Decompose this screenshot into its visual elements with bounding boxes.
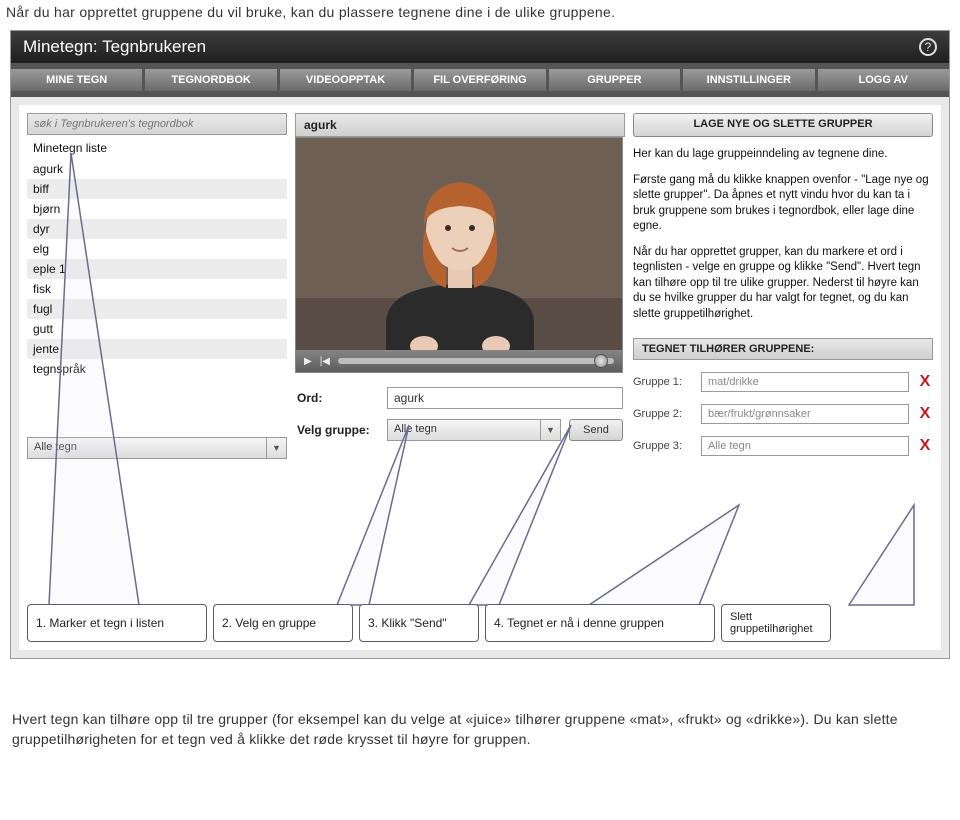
tab-grupper[interactable]: GRUPPER xyxy=(549,69,683,91)
delete-group-icon[interactable]: X xyxy=(917,373,933,391)
callout-step-2: 2. Velg en gruppe xyxy=(213,604,353,642)
group-row: Gruppe 1: X xyxy=(633,372,933,392)
callout-delete: Slett gruppetilhørighet xyxy=(721,604,831,642)
group-row-label: Gruppe 3: xyxy=(633,440,693,452)
help-paragraph: Når du har opprettet grupper, kan du mar… xyxy=(633,245,933,323)
video-scrubber[interactable] xyxy=(338,358,614,364)
callout-step-3: 3. Klikk "Send" xyxy=(359,604,479,642)
list-item[interactable]: bjørn xyxy=(27,199,287,219)
help-icon[interactable]: ? xyxy=(919,38,937,56)
delete-group-icon[interactable]: X xyxy=(917,405,933,423)
group-row-value[interactable] xyxy=(701,404,909,424)
tab-videoopptak[interactable]: VIDEOOPPTAK xyxy=(280,69,414,91)
restart-icon[interactable]: |◀ xyxy=(320,356,330,367)
list-item[interactable]: tegnspråk xyxy=(27,359,287,379)
sign-list-header: Minetegn liste xyxy=(27,135,287,159)
help-paragraph: Første gang må du klikke knappen ovenfor… xyxy=(633,173,933,235)
group-row-value[interactable] xyxy=(701,436,909,456)
titlebar: Minetegn: Tegnbrukeren ? xyxy=(11,31,949,63)
group-row-label: Gruppe 2: xyxy=(633,408,693,420)
list-item[interactable]: fisk xyxy=(27,279,287,299)
group-row: Gruppe 2: X xyxy=(633,404,933,424)
page-outro-text: Hvert tegn kan tilhøre opp til tre grupp… xyxy=(0,659,960,750)
chevron-down-icon: ▼ xyxy=(266,438,286,458)
group-dropdown[interactable]: Alle tegn ▼ xyxy=(387,419,561,441)
list-item[interactable]: eple 1 xyxy=(27,259,287,279)
group-dropdown-value: Alle tegn xyxy=(388,420,540,440)
right-column: LAGE NYE OG SLETTE GRUPPER Her kan du la… xyxy=(633,113,933,459)
video-title: agurk xyxy=(295,113,625,137)
list-item[interactable]: jente xyxy=(27,339,287,359)
list-item[interactable]: agurk xyxy=(27,159,287,179)
sign-list: agurk biff bjørn dyr elg eple 1 fisk fug… xyxy=(27,159,287,379)
page-intro-text: Når du har opprettet gruppene du vil bru… xyxy=(0,0,960,30)
list-item[interactable]: biff xyxy=(27,179,287,199)
list-item[interactable]: elg xyxy=(27,239,287,259)
make-delete-groups-button[interactable]: LAGE NYE OG SLETTE GRUPPER xyxy=(633,113,933,137)
app-window: Minetegn: Tegnbrukeren ? MINE TEGN TEGNO… xyxy=(10,30,950,659)
help-text: Her kan du lage gruppeinndeling av tegne… xyxy=(633,147,933,322)
language-dropdown[interactable]: Alle tegn ▼ xyxy=(27,437,287,459)
tab-tegnordbok[interactable]: TEGNORDBOK xyxy=(145,69,279,91)
ord-label: Ord: xyxy=(297,391,379,405)
left-column: Minetegn liste agurk biff bjørn dyr elg … xyxy=(27,113,287,459)
callout-step-1: 1. Marker et tegn i listen xyxy=(27,604,207,642)
app-title: Minetegn: Tegnbrukeren xyxy=(23,37,206,57)
callout-bar: 1. Marker et tegn i listen 2. Velg en gr… xyxy=(27,604,933,642)
tab-filoverforing[interactable]: FIL OVERFØRING xyxy=(414,69,548,91)
group-row: Gruppe 3: X xyxy=(633,436,933,456)
chevron-down-icon: ▼ xyxy=(540,420,560,440)
main-menu: MINE TEGN TEGNORDBOK VIDEOOPPTAK FIL OVE… xyxy=(11,63,949,97)
video-controls: ▶ |◀ xyxy=(296,350,622,372)
group-row-label: Gruppe 1: xyxy=(633,376,693,388)
language-dropdown-label: Alle tegn xyxy=(28,438,266,458)
list-item[interactable]: fugl xyxy=(27,299,287,319)
play-icon[interactable]: ▶ xyxy=(304,356,312,367)
workarea: Minetegn liste agurk biff bjørn dyr elg … xyxy=(19,105,941,650)
tab-logg-av[interactable]: LOGG AV xyxy=(818,69,949,91)
velg-gruppe-label: Velg gruppe: xyxy=(297,423,379,437)
group-membership-panel: TEGNET TILHØRER GRUPPENE: Gruppe 1: X Gr… xyxy=(633,338,933,456)
group-panel-title: TEGNET TILHØRER GRUPPENE: xyxy=(633,338,933,360)
ord-input[interactable] xyxy=(387,387,623,409)
search-input[interactable] xyxy=(27,113,287,135)
list-item[interactable]: dyr xyxy=(27,219,287,239)
tab-mine-tegn[interactable]: MINE TEGN xyxy=(11,69,145,91)
tab-innstillinger[interactable]: INNSTILLINGER xyxy=(683,69,817,91)
callout-step-4: 4. Tegnet er nå i denne gruppen xyxy=(485,604,715,642)
scrubber-thumb[interactable] xyxy=(594,354,608,368)
group-row-value[interactable] xyxy=(701,372,909,392)
help-paragraph: Her kan du lage gruppeinndeling av tegne… xyxy=(633,147,933,163)
list-item[interactable]: gutt xyxy=(27,319,287,339)
video-player[interactable]: ▶ |◀ xyxy=(295,137,623,373)
delete-group-icon[interactable]: X xyxy=(917,437,933,455)
send-button[interactable]: Send xyxy=(569,419,623,441)
middle-column: agurk xyxy=(295,113,625,459)
assign-form: Ord: Velg gruppe: Alle tegn ▼ Send xyxy=(295,387,625,441)
